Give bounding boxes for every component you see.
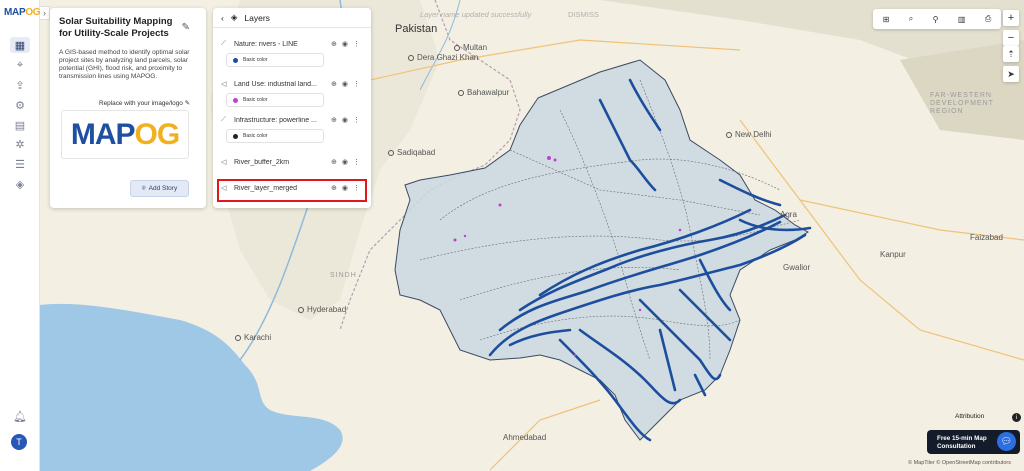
layers-stack-icon[interactable]: ▤ bbox=[10, 117, 30, 133]
label-kanpur: Kanpur bbox=[880, 250, 906, 259]
left-rail: MAPOG ▦ ⌖ ⇪ ⚙ ▤ ✲ ☰ ◈ 🔔︎ T bbox=[0, 0, 41, 471]
pin-icon[interactable]: ⌖ bbox=[10, 57, 30, 73]
more-menu-icon[interactable]: ⋮ bbox=[353, 158, 360, 166]
more-menu-icon[interactable]: ⋮ bbox=[353, 116, 360, 124]
stack-icon[interactable]: ◈ bbox=[10, 176, 30, 192]
label-bahawalpur: Bahawalpur bbox=[458, 88, 509, 97]
line-layer-icon: ⟋ bbox=[221, 40, 226, 47]
zoom-out-button[interactable]: − bbox=[1003, 30, 1019, 46]
info-icon[interactable]: i bbox=[1012, 413, 1021, 422]
layer-item[interactable]: ⟋ Nature: rivers - LINE ⊕ ◉ ⋮ Basic color bbox=[213, 37, 371, 67]
list-icon[interactable]: ☰ bbox=[10, 156, 30, 172]
edit-pencil-icon[interactable]: ✎ bbox=[182, 22, 190, 33]
story-title: Solar Suitability Mapping for Utility-Sc… bbox=[59, 16, 173, 39]
selected-layer-highlight bbox=[217, 179, 367, 202]
map-icon[interactable]: ▦ bbox=[10, 37, 30, 53]
label-faizabad: Faizabad bbox=[970, 233, 1003, 242]
layer-color-picker[interactable]: Basic color bbox=[226, 53, 324, 67]
app-logo[interactable]: MAPOG bbox=[4, 7, 41, 18]
layer-name[interactable]: Nature: rivers - LINE bbox=[234, 41, 323, 48]
avatar[interactable]: T bbox=[11, 434, 27, 450]
line-layer-icon: ⟋ bbox=[221, 116, 226, 123]
label-agra: Agra bbox=[780, 210, 797, 219]
layer-name[interactable]: River_buffer_2km bbox=[234, 159, 323, 166]
label-multan: Multan bbox=[454, 43, 487, 52]
more-menu-icon[interactable]: ⋮ bbox=[353, 80, 360, 88]
gear-icon[interactable]: ✲ bbox=[10, 136, 30, 152]
layer-color-picker[interactable]: Basic color bbox=[226, 93, 324, 107]
layer-item[interactable]: ◁ River_buffer_2km ⊕ ◉ ⋮ bbox=[213, 155, 371, 169]
bell-icon[interactable]: 🔔︎ bbox=[10, 408, 30, 424]
print-icon[interactable]: ⎙ bbox=[985, 14, 991, 24]
visibility-eye-icon[interactable]: ◉ bbox=[342, 40, 348, 48]
layer-item[interactable]: ◁ Land Use: industrial land... ⊕ ◉ ⋮ Basic… bbox=[213, 77, 371, 107]
toast-dismiss-button[interactable]: DISMISS bbox=[568, 10, 599, 19]
bookmark-icon[interactable]: ⊞ bbox=[883, 15, 890, 24]
arabian-sea bbox=[40, 303, 343, 471]
label-karachi: Karachi bbox=[235, 333, 271, 342]
color-swatch bbox=[233, 133, 238, 139]
layer-color-picker[interactable]: Basic color bbox=[226, 129, 324, 143]
visibility-eye-icon[interactable]: ◉ bbox=[342, 116, 348, 124]
label-ahmedabad: Ahmedabad bbox=[503, 433, 547, 442]
replace-logo-link[interactable]: Replace with your image/logo ✎ bbox=[50, 99, 206, 107]
story-panel: Solar Suitability Mapping for Utility-Sc… bbox=[50, 8, 206, 208]
locate-me-icon[interactable]: ➤ bbox=[1003, 66, 1019, 82]
locate-pin-icon[interactable]: ⚲ bbox=[933, 15, 939, 24]
label-far-western: FAR-WESTERN DEVELOPMENT REGION bbox=[930, 92, 994, 115]
label-dera-ghazi-khan: Dera Ghazi Khan bbox=[408, 53, 478, 62]
label-sadiqabad: Sadiqabad bbox=[388, 148, 435, 157]
pin-icon: ⌾ bbox=[141, 184, 146, 192]
compass-icon[interactable]: ⇡ bbox=[1003, 46, 1019, 62]
search-icon[interactable]: ⌕ bbox=[909, 14, 913, 24]
layers-panel: ‹ ◈ Layers ⟋ Nature: rivers - LINE ⊕ ◉ ⋮ B… bbox=[213, 8, 371, 208]
label-sindh: SINDH bbox=[330, 272, 357, 279]
layers-icon: ◈ bbox=[230, 12, 238, 22]
map-copyright: © MapTiler © OpenStreetMap contributors bbox=[908, 460, 1011, 466]
story-description: A GIS-based method to identify optimal s… bbox=[59, 49, 190, 80]
visibility-eye-icon[interactable]: ◉ bbox=[342, 158, 348, 166]
label-pakistan: Pakistan bbox=[395, 23, 438, 35]
zoom-to-layer-icon[interactable]: ⊕ bbox=[331, 40, 337, 48]
attribution-label[interactable]: Attribution bbox=[955, 413, 984, 420]
zoom-to-layer-icon[interactable]: ⊕ bbox=[331, 116, 337, 124]
layers-header: ‹ ◈ Layers bbox=[213, 8, 371, 28]
zoom-to-layer-icon[interactable]: ⊕ bbox=[331, 80, 337, 88]
label-new-delhi: New Delhi bbox=[726, 130, 771, 139]
layer-name[interactable]: Land Use: industrial land... bbox=[234, 81, 323, 88]
back-chevron-icon[interactable]: ‹ bbox=[221, 13, 224, 23]
zoom-in-button[interactable]: + bbox=[1003, 10, 1019, 26]
layer-name[interactable]: Infrastructure: powerline ... bbox=[234, 117, 323, 124]
rail-toggle-chevron-icon[interactable]: › bbox=[40, 6, 50, 20]
chat-icon[interactable]: 💬︎ bbox=[997, 432, 1016, 451]
story-logo[interactable]: MAP OG bbox=[61, 110, 189, 159]
more-menu-icon[interactable]: ⋮ bbox=[353, 40, 360, 48]
map-toolbar: ⊞ ⌕ ⚲ ▥ ⎙ bbox=[873, 9, 1001, 29]
zoom-to-layer-icon[interactable]: ⊕ bbox=[331, 158, 337, 166]
label-hyderabad: Hyderabad bbox=[298, 305, 346, 314]
color-swatch bbox=[233, 57, 238, 63]
visibility-eye-icon[interactable]: ◉ bbox=[342, 80, 348, 88]
layer-item[interactable]: ⟋ Infrastructure: powerline ... ⊕ ◉ ⋮ Basi… bbox=[213, 113, 371, 143]
settings-icon[interactable]: ⚙ bbox=[10, 97, 30, 113]
polygon-layer-icon: ◁ bbox=[221, 81, 227, 88]
building-icon[interactable]: ▥ bbox=[958, 15, 966, 24]
toast-message: Layer name updated successfully bbox=[420, 10, 532, 19]
layers-title: Layers bbox=[244, 12, 270, 23]
polygon-layer-icon: ◁ bbox=[221, 159, 227, 166]
color-swatch bbox=[233, 97, 238, 103]
upload-icon[interactable]: ⇪ bbox=[10, 77, 30, 93]
add-story-button[interactable]: ⌾ Add Story bbox=[130, 180, 189, 197]
label-gwalior: Gwalior bbox=[783, 263, 811, 272]
